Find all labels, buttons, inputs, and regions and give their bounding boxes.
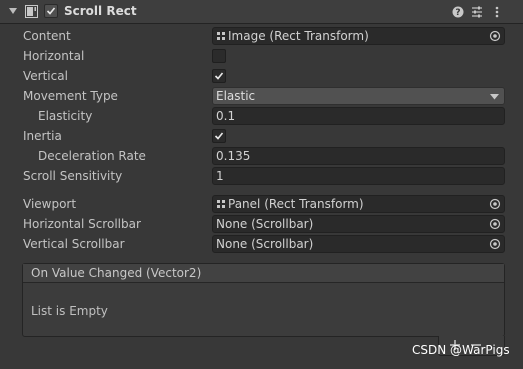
movement-type-label: Movement Type <box>23 89 118 103</box>
object-picker-icon[interactable] <box>489 198 501 210</box>
object-picker-icon[interactable] <box>489 30 501 42</box>
vertical-scrollbar-label: Vertical Scrollbar <box>23 237 125 251</box>
component-enabled-toggle[interactable] <box>44 4 58 18</box>
horizontal-label: Horizontal <box>23 49 85 63</box>
vertical-checkbox[interactable] <box>212 69 226 83</box>
checkmark-icon <box>214 72 224 80</box>
scroll-sensitivity-label: Scroll Sensitivity <box>23 169 123 183</box>
viewport-field[interactable]: Panel (Rect Transform) <box>212 195 505 213</box>
vertical-scrollbar-value: None (Scrollbar) <box>216 237 314 251</box>
help-icon[interactable]: ? <box>451 4 465 20</box>
scroll-sensitivity-value: 1 <box>216 169 224 183</box>
viewport-value: Panel (Rect Transform) <box>228 197 364 211</box>
scroll-rect-component-icon <box>25 5 38 18</box>
svg-text:?: ? <box>455 8 460 18</box>
horizontal-scrollbar-value: None (Scrollbar) <box>216 217 314 231</box>
on-value-changed-event: On Value Changed (Vector2) List is Empty <box>22 263 505 337</box>
object-picker-icon[interactable] <box>489 218 501 230</box>
checkmark-icon <box>214 132 224 140</box>
vertical-label: Vertical <box>23 69 68 83</box>
content-label: Content <box>23 29 71 43</box>
inertia-label: Inertia <box>23 129 62 143</box>
elasticity-field[interactable]: 0.1 <box>212 107 505 125</box>
component-header: Scroll Rect ? <box>0 0 523 24</box>
dropdown-arrow-icon <box>490 94 499 100</box>
event-title: On Value Changed (Vector2) <box>31 266 202 280</box>
deceleration-rate-field[interactable]: 0.135 <box>212 147 505 165</box>
horizontal-checkbox[interactable] <box>212 49 226 63</box>
rect-transform-icon <box>217 31 225 40</box>
scroll-sensitivity-field[interactable]: 1 <box>212 167 505 185</box>
rect-transform-icon <box>217 199 225 208</box>
presets-icon[interactable] <box>470 4 484 20</box>
vertical-scrollbar-field[interactable]: None (Scrollbar) <box>212 235 505 253</box>
foldout-arrow-icon[interactable] <box>8 6 18 16</box>
inertia-checkbox[interactable] <box>212 129 226 143</box>
event-header: On Value Changed (Vector2) <box>23 264 504 283</box>
movement-type-value: Elastic <box>216 89 256 103</box>
checkmark-icon <box>46 7 56 15</box>
horizontal-scrollbar-field[interactable]: None (Scrollbar) <box>212 215 505 233</box>
event-empty-text: List is Empty <box>31 304 108 318</box>
elasticity-label: Elasticity <box>38 109 93 123</box>
movement-type-dropdown[interactable]: Elastic <box>212 87 505 105</box>
component-title: Scroll Rect <box>64 4 137 18</box>
horizontal-scrollbar-label: Horizontal Scrollbar <box>23 217 141 231</box>
watermark: CSDN @WarPigs <box>412 343 510 357</box>
content-field[interactable]: Image (Rect Transform) <box>212 27 505 45</box>
viewport-label: Viewport <box>23 197 77 211</box>
deceleration-rate-label: Deceleration Rate <box>38 149 146 163</box>
object-picker-icon[interactable] <box>489 238 501 250</box>
elasticity-value: 0.1 <box>216 109 236 123</box>
kebab-menu-icon[interactable] <box>490 4 504 20</box>
deceleration-rate-value: 0.135 <box>216 149 251 163</box>
content-value: Image (Rect Transform) <box>228 29 369 43</box>
